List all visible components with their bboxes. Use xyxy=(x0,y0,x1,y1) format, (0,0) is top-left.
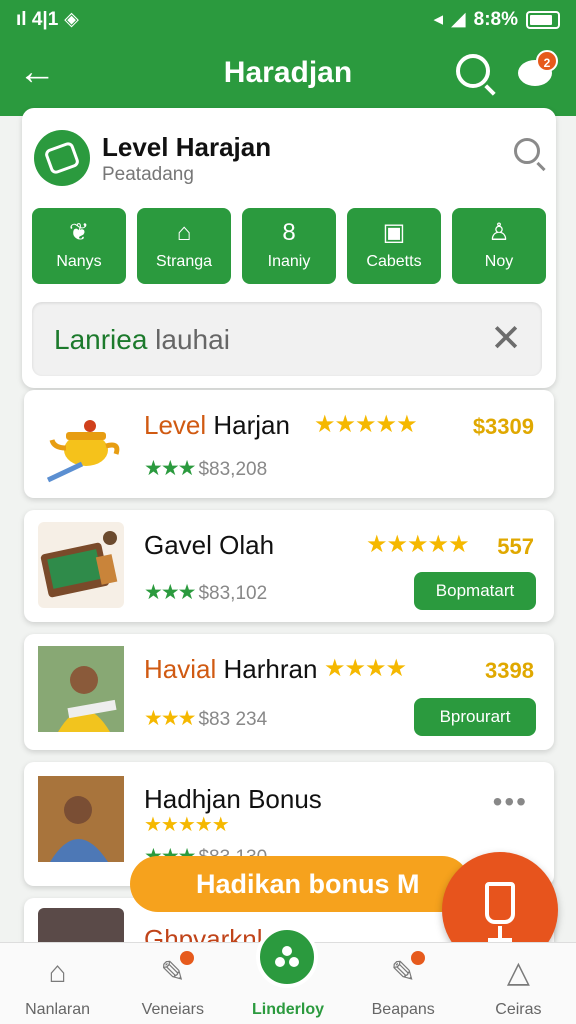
app-bar: ← Haradjan 2 xyxy=(0,50,576,98)
status-left: ıl 4|1 ◈ xyxy=(16,8,79,31)
notification-badge: 2 xyxy=(536,50,558,72)
category-button[interactable]: ▣ Cabetts xyxy=(347,208,441,284)
nav-label: Ceiras xyxy=(495,1001,542,1018)
store-logo-icon xyxy=(34,130,90,186)
group-icon xyxy=(275,946,299,967)
small-stars: ★★★ xyxy=(144,457,197,480)
filter-text-green: Lanriea xyxy=(54,324,148,355)
center-action-button[interactable] xyxy=(256,926,318,988)
cup-stem xyxy=(498,926,502,938)
wifi-icon: ◈ xyxy=(64,9,79,30)
rating-stars: ★★★★★ xyxy=(144,814,230,836)
item-action-button[interactable]: Bprourart xyxy=(414,698,536,736)
item-price: 557 xyxy=(497,534,534,559)
calendar-icon: ▣ xyxy=(382,219,406,246)
person-thumbnail xyxy=(38,776,124,862)
item-title: Havial Harhran xyxy=(144,654,317,685)
hat-icon: △ xyxy=(506,956,530,989)
more-options-icon[interactable]: ••• xyxy=(493,786,528,818)
filter-text-rest: lauhai xyxy=(147,324,230,355)
device-thumbnail xyxy=(38,522,124,608)
edit-icon: ✎ xyxy=(160,956,186,989)
list-item[interactable]: Gavel Olah ★★★★★ 557 ★★★ $83,102 Bopmatar… xyxy=(24,510,554,622)
item-title-rest: Hadhjan Bonus xyxy=(144,784,322,814)
item-sub-text: $83,208 xyxy=(198,459,268,480)
category-label: Inaniy xyxy=(267,253,311,270)
leaf-icon: ❦ xyxy=(68,219,90,246)
teapot-thumbnail xyxy=(38,402,124,488)
panel-search-icon[interactable] xyxy=(514,138,540,164)
top-bar: ıl 4|1 ◈ ◂ ◢ 8:8% ← Haradjan 2 xyxy=(0,0,576,116)
rating-stars: ★★★★ xyxy=(324,655,407,682)
nav-label: Beapans xyxy=(371,1001,435,1018)
item-sub-text: $83 234 xyxy=(198,709,268,730)
signal-icon: ◢ xyxy=(451,9,466,30)
item-sub-text: $83,102 xyxy=(198,583,268,604)
bulb-icon: ♙ xyxy=(488,219,510,246)
list-item[interactable]: Level Harjan ★★★★★ $3309 ★★★ $83,208 xyxy=(24,390,554,498)
cast-icon: ◂ xyxy=(433,9,444,30)
category-label: Nanys xyxy=(56,253,102,270)
tag-icon: ✎ xyxy=(390,956,416,989)
item-title: Gavel Olah xyxy=(144,530,274,561)
rating-stars: ★★★★★ xyxy=(366,531,470,558)
list-item[interactable]: Havial Harhran ★★★★ 3398 ★★★ $83 234 Bpro… xyxy=(24,634,554,750)
battery-icon xyxy=(526,10,560,29)
category-label: Cabetts xyxy=(366,253,422,270)
nav-label: Nanlaran xyxy=(25,1001,91,1018)
category-button[interactable]: 8 Inaniy xyxy=(242,208,336,284)
small-stars: ★★★ xyxy=(144,581,197,604)
home-icon: ⌂ xyxy=(48,956,67,989)
small-stars: ★★★ xyxy=(144,707,197,730)
category-button[interactable]: ♙ Noy xyxy=(452,208,546,284)
filter-text: Lanriea lauhai xyxy=(54,324,230,356)
nav-label: Linderloy xyxy=(252,1001,325,1018)
category-row: ❦ Nanys ⌂ Stranga 8 Inaniy ▣ Cabetts ♙ N… xyxy=(32,208,546,284)
item-sub: ★★★ $83,102 xyxy=(144,580,267,605)
promo-banner[interactable]: Hadikan bonus M xyxy=(130,856,470,912)
status-bar: ıl 4|1 ◈ ◂ ◢ 8:8% xyxy=(0,6,576,32)
item-title-rest: Harjan xyxy=(206,410,290,440)
item-title: Level Harjan xyxy=(144,410,290,441)
category-button[interactable]: ❦ Nanys xyxy=(32,208,126,284)
item-sub: ★★★ $83,208 xyxy=(144,456,267,481)
item-price: $3309 xyxy=(472,414,534,439)
status-right: ◂ ◢ 8:8% xyxy=(433,8,560,31)
controller-icon: 8 xyxy=(282,219,296,246)
nav-badge xyxy=(410,951,425,965)
nav-item-hat[interactable]: △ Ceiras xyxy=(461,943,576,1024)
nav-item-edit[interactable]: ✎ Veneiars xyxy=(115,943,230,1024)
item-title-rest: Harhran xyxy=(216,654,318,684)
nav-label: Veneiars xyxy=(141,1001,204,1018)
category-button[interactable]: ⌂ Stranga xyxy=(137,208,231,284)
store-subtitle: Peatadang xyxy=(102,164,194,185)
category-label: Noy xyxy=(484,253,514,270)
item-title-accent: Havial xyxy=(144,654,217,684)
person-thumbnail xyxy=(38,646,124,732)
bag-icon: ⌂ xyxy=(176,219,192,246)
store-title: Level Harajan xyxy=(102,132,272,162)
item-price: 3398 xyxy=(485,658,534,683)
item-title-rest: Gavel Olah xyxy=(144,530,275,560)
nav-item-tag[interactable]: ✎ Beapans xyxy=(346,943,461,1024)
item-title: Hadhjan Bonus xyxy=(144,784,322,815)
nav-item-home[interactable]: ⌂ Nanlaran xyxy=(0,943,115,1024)
battery-percent: 8:8% xyxy=(473,8,518,30)
signal-text: ıl 4|1 xyxy=(16,8,59,30)
rating-stars: ★★★★★ xyxy=(314,411,418,438)
filter-chip[interactable]: Lanriea lauhai ✕ xyxy=(32,302,542,376)
store-panel: Level Harajan Peatadang ❦ Nanys ⌂ Strang… xyxy=(22,108,556,388)
search-icon[interactable] xyxy=(456,54,490,88)
item-action-button[interactable]: Bopmatart xyxy=(414,572,536,610)
close-icon[interactable]: ✕ xyxy=(490,316,522,361)
cup-icon xyxy=(485,882,515,924)
item-sub: ★★★ $83 234 xyxy=(144,706,267,731)
category-label: Stranga xyxy=(155,253,213,270)
item-title-accent: Level xyxy=(144,410,207,440)
